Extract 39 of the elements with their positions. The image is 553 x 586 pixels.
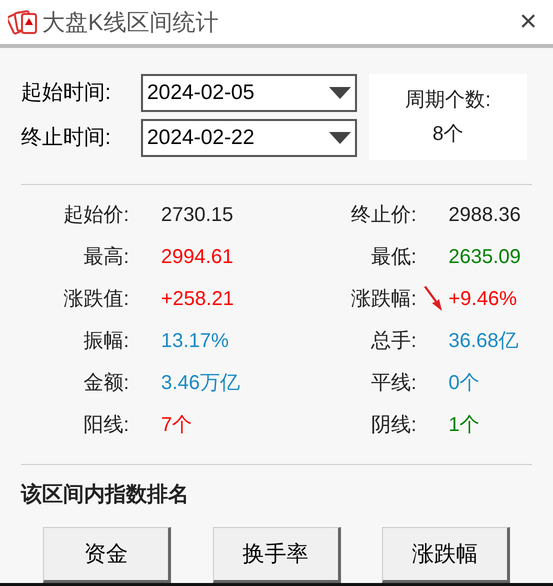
- start-time-label: 起始时间:: [21, 80, 112, 106]
- ranking-title: 该区间内指数排名: [21, 482, 190, 508]
- cards-icon: [8, 9, 38, 35]
- stat-label: 最低:: [370, 244, 416, 270]
- dropdown-arrow-icon: [329, 87, 351, 99]
- stat-label: 阴线:: [370, 412, 416, 438]
- dropdown-arrow-icon: [329, 132, 351, 144]
- stat-label: 起始价:: [62, 202, 129, 228]
- stat-value: 2635.09: [448, 244, 521, 270]
- stat-value: 13.17%: [161, 328, 229, 354]
- stat-value: +258.21: [161, 286, 234, 312]
- stat-label: 金额:: [82, 370, 129, 396]
- period-count-label: 周期个数:: [405, 88, 491, 113]
- start-date-dropdown[interactable]: 2024-02-05: [141, 74, 357, 112]
- ranking-button[interactable]: 涨跌幅: [382, 526, 510, 582]
- close-button[interactable]: ×: [519, 7, 537, 37]
- stat-label: 平线:: [370, 370, 416, 396]
- stat-value: 7个: [161, 412, 192, 438]
- stat-value: 1个: [448, 412, 480, 438]
- stat-value: 2994.61: [161, 244, 234, 270]
- stat-value: 36.68亿: [448, 328, 519, 354]
- stat-label: 涨跌幅:: [350, 286, 416, 312]
- stat-label: 终止价:: [350, 202, 416, 228]
- window-title: 大盘K线区间统计: [42, 8, 218, 37]
- stat-label: 振幅:: [82, 328, 129, 354]
- stat-value: 0个: [448, 370, 480, 396]
- stat-label: 总手:: [370, 328, 416, 354]
- end-date-dropdown[interactable]: 2024-02-22: [141, 119, 357, 157]
- stat-label: 涨跌值:: [62, 286, 129, 312]
- stat-label: 阳线:: [82, 412, 129, 438]
- ranking-button[interactable]: 换手率: [212, 526, 340, 582]
- stat-value: 2988.36: [448, 202, 521, 228]
- stat-value: 3.46万亿: [161, 370, 240, 396]
- period-count-value: 8个: [432, 122, 464, 147]
- stat-value: +9.46%: [448, 286, 517, 312]
- end-time-label: 终止时间:: [21, 125, 112, 152]
- ranking-button[interactable]: 资金: [43, 526, 171, 582]
- stat-value: 2730.15: [161, 202, 234, 228]
- stat-label: 最高:: [82, 244, 129, 270]
